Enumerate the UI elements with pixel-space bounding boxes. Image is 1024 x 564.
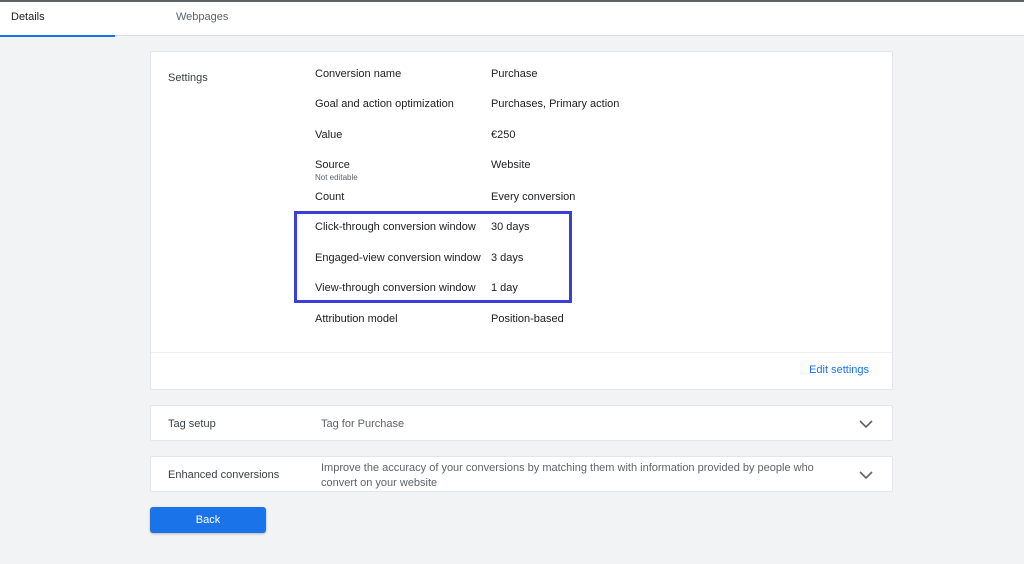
active-tab-indicator — [0, 35, 115, 37]
row-label: Value — [315, 129, 343, 141]
settings-row-count: Count Every conversion — [151, 191, 894, 211]
settings-row-value: Value €250 — [151, 129, 894, 149]
edit-settings-link[interactable]: Edit settings — [809, 364, 869, 376]
row-value: Purchase — [491, 68, 538, 80]
settings-row-source: Source Not editable Website — [151, 159, 894, 187]
tag-setup-title: Tag setup — [168, 418, 216, 430]
row-value: Every conversion — [491, 191, 576, 203]
row-label: Conversion name — [315, 68, 402, 80]
enhanced-conversions-card[interactable]: Enhanced conversions Improve the accurac… — [150, 456, 893, 492]
tab-webpages[interactable]: Webpages — [176, 2, 266, 36]
settings-card: Settings Conversion name Purchase Goal a… — [150, 51, 893, 390]
row-value: Website — [491, 159, 531, 171]
row-label: Source — [315, 159, 350, 171]
chevron-down-icon[interactable] — [858, 468, 874, 482]
highlight-box — [294, 211, 572, 303]
tag-setup-card[interactable]: Tag setup Tag for Purchase — [150, 405, 893, 441]
settings-row-conversion-name: Conversion name Purchase — [151, 68, 894, 88]
row-label: Goal and action optimization — [315, 98, 454, 110]
row-value: Purchases, Primary action — [491, 98, 620, 110]
row-label: Attribution model — [315, 313, 398, 325]
chevron-down-icon[interactable] — [858, 417, 874, 431]
row-value: Position-based — [491, 313, 564, 325]
enhanced-conversions-title: Enhanced conversions — [168, 469, 280, 481]
enhanced-conversions-description: Improve the accuracy of your conversions… — [321, 462, 814, 489]
tab-details[interactable]: Details — [0, 2, 115, 37]
tag-setup-description: Tag for Purchase — [321, 418, 405, 430]
tab-details-label: Details — [11, 11, 45, 23]
back-button[interactable]: Back — [150, 507, 266, 533]
settings-row-goal-optimization: Goal and action optimization Purchases, … — [151, 98, 894, 118]
row-value: €250 — [491, 129, 516, 141]
tab-bar: Details Webpages — [0, 2, 1024, 37]
settings-row-attribution-model: Attribution model Position-based — [151, 313, 894, 333]
divider — [151, 352, 892, 353]
row-label: Count — [315, 191, 345, 203]
row-sublabel: Not editable — [315, 173, 358, 182]
tab-webpages-label: Webpages — [176, 11, 229, 23]
